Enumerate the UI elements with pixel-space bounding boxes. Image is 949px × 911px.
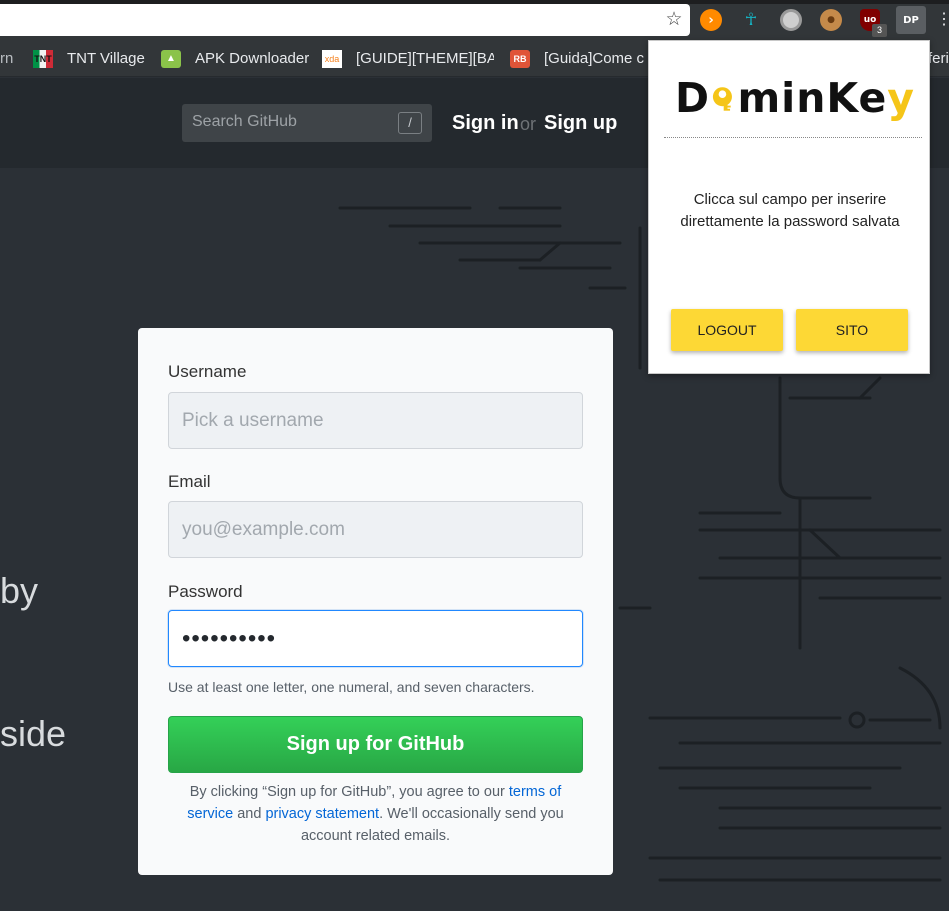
dominkey-icon-text: DP <box>903 14 919 26</box>
rb-icon: RB <box>510 49 530 68</box>
browser-menu-icon[interactable]: ⋮ <box>936 10 949 30</box>
search-shortcut-key: / <box>398 112 422 134</box>
sign-up-for-github-button[interactable]: Sign up for GitHub <box>168 716 583 773</box>
dominkey-extension-icon[interactable]: DP <box>896 6 926 34</box>
bookmark-label: [Guida]Come cr <box>544 50 645 67</box>
dominkey-logo: D minKey <box>675 73 915 123</box>
email-label: Email <box>168 472 211 491</box>
bookmark-partial-right[interactable]: feri <box>928 40 949 77</box>
terms-notice: By clicking “Sign up for GitHub”, you ag… <box>168 781 583 847</box>
bookmark-tnt-village[interactable]: TNT TNT Village <box>33 40 153 77</box>
or-separator: or <box>520 114 537 134</box>
cookie-extension-icon[interactable]: ● <box>820 9 842 31</box>
bookmark-guida[interactable]: RB [Guida]Come cr <box>510 40 645 77</box>
bookmark-partial-right-label: feri <box>928 50 949 67</box>
terms-prefix: By clicking “Sign up for GitHub”, you ag… <box>189 784 509 800</box>
username-input[interactable] <box>168 392 583 449</box>
popup-divider <box>664 137 922 138</box>
logo-text-rest: minKey <box>737 74 915 122</box>
username-label: Username <box>168 362 247 381</box>
address-bar[interactable] <box>0 4 690 36</box>
tnt-flag-icon: TNT <box>33 49 53 68</box>
password-input[interactable] <box>168 610 583 667</box>
ublock-count-badge: 3 <box>872 24 887 37</box>
orange-play-extension-icon[interactable]: › <box>700 9 722 31</box>
logo-text-minke: minKe <box>737 74 888 122</box>
xda-icon: xda <box>322 49 342 68</box>
popup-message: Clicca sul campo per inserire direttamen… <box>680 191 900 230</box>
github-search-placeholder: Search GitHub <box>192 113 297 130</box>
bookmark-label: TNT Village <box>67 50 145 67</box>
sign-up-link[interactable]: Sign up <box>544 112 617 135</box>
runner-extension-icon[interactable]: ☥ <box>740 9 762 31</box>
bookmark-label: APK Downloader <box>195 50 310 67</box>
password-hint: Use at least one letter, one numeral, an… <box>168 679 535 695</box>
bookmark-label: [GUIDE][THEME][BAS <box>356 50 494 67</box>
bookmark-partial-left-label: rn: <box>0 50 14 67</box>
email-input[interactable] <box>168 501 583 558</box>
logo-letter-d: D <box>675 74 711 122</box>
hero-text-fragment: side <box>0 713 67 754</box>
bookmark-partial-left[interactable]: rn: <box>0 40 14 77</box>
hero-text-fragment: by <box>0 570 39 611</box>
key-icon <box>712 87 732 111</box>
logout-button[interactable]: LOGOUT <box>671 309 783 351</box>
android-icon: ▲ <box>161 49 181 68</box>
password-label: Password <box>168 582 243 601</box>
sito-button[interactable]: SITO <box>796 309 908 351</box>
dominkey-popup: D minKey Clicca sul campo per inserire d… <box>648 40 930 374</box>
logo-text-y: y <box>887 74 915 122</box>
sign-in-link[interactable]: Sign in <box>452 112 519 135</box>
privacy-statement-link[interactable]: privacy statement <box>265 806 379 822</box>
bookmark-apk-downloader[interactable]: ▲ APK Downloader <box>161 40 321 77</box>
circle-extension-icon[interactable] <box>780 9 802 31</box>
bookmark-star-icon[interactable]: ☆ <box>664 10 684 30</box>
terms-and: and <box>233 806 266 822</box>
bookmark-guide-theme[interactable]: xda [GUIDE][THEME][BAS <box>322 40 494 77</box>
